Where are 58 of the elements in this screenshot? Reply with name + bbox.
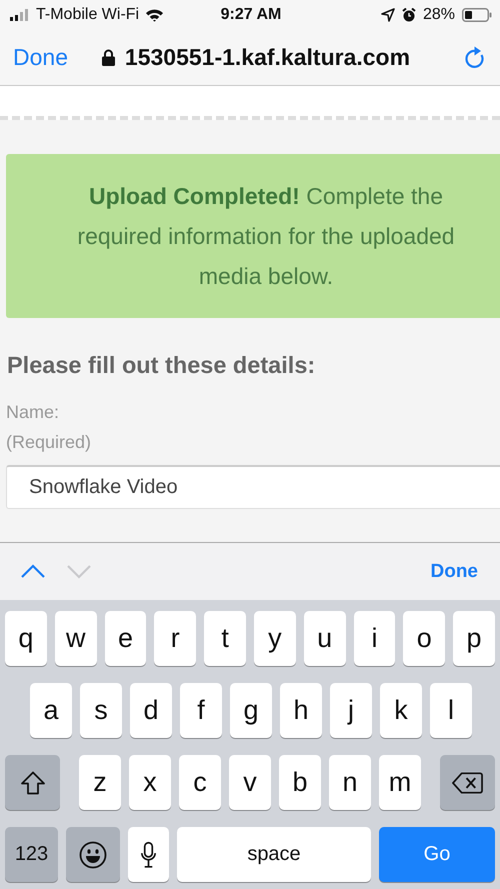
letter-key[interactable]: x bbox=[129, 755, 171, 810]
signal-icon bbox=[10, 9, 30, 21]
letter-key[interactable]: k bbox=[380, 683, 422, 738]
letter-key[interactable]: c bbox=[179, 755, 221, 810]
letter-key[interactable]: i bbox=[354, 611, 396, 666]
letter-key[interactable]: j bbox=[330, 683, 372, 738]
letter-key[interactable]: r bbox=[154, 611, 196, 666]
smiley-icon bbox=[79, 840, 107, 868]
keyboard-done-button[interactable]: Done bbox=[430, 560, 478, 582]
required-note: (Required) bbox=[6, 431, 92, 454]
letter-key[interactable]: u bbox=[304, 611, 346, 666]
location-arrow-icon bbox=[380, 8, 395, 22]
clock-time: 9:27 AM bbox=[220, 6, 282, 24]
name-label: Name: bbox=[6, 401, 60, 424]
reload-icon[interactable] bbox=[464, 46, 486, 70]
numbers-key[interactable]: 123 bbox=[5, 827, 58, 882]
letter-key[interactable]: m bbox=[379, 755, 421, 810]
shift-icon bbox=[20, 770, 46, 794]
letter-key[interactable]: e bbox=[104, 611, 146, 666]
delete-icon bbox=[452, 772, 483, 794]
battery-icon bbox=[462, 8, 492, 22]
letter-key[interactable]: q bbox=[5, 611, 47, 666]
letter-key[interactable]: w bbox=[54, 611, 97, 666]
letter-key[interactable]: g bbox=[230, 683, 272, 738]
shift-key[interactable] bbox=[5, 755, 60, 810]
done-button[interactable]: Done bbox=[13, 44, 68, 71]
upload-success-message: Upload Completed! Complete the required information for the uploaded media below. bbox=[6, 154, 500, 318]
mic-key[interactable] bbox=[128, 827, 169, 882]
letter-key[interactable]: l bbox=[430, 683, 472, 738]
url-address[interactable]: 1530551-1.kaf.kaltura.com bbox=[124, 44, 410, 71]
letter-key[interactable]: o bbox=[403, 611, 446, 666]
letter-key[interactable]: a bbox=[30, 683, 72, 738]
letter-key[interactable]: p bbox=[453, 611, 495, 666]
alarm-clock-icon bbox=[402, 8, 416, 22]
letter-key[interactable]: n bbox=[329, 755, 371, 810]
letter-key[interactable]: v bbox=[229, 755, 271, 810]
letter-key[interactable]: f bbox=[180, 683, 222, 738]
letter-key[interactable]: d bbox=[130, 683, 172, 738]
form-heading: Please fill out these details: bbox=[7, 352, 316, 379]
battery-percentage: 28% bbox=[422, 6, 456, 24]
letter-key[interactable]: h bbox=[280, 683, 322, 738]
letter-key[interactable]: s bbox=[80, 683, 122, 738]
microphone-icon bbox=[140, 840, 157, 868]
delete-key[interactable] bbox=[440, 755, 495, 810]
letter-key[interactable]: t bbox=[204, 611, 246, 666]
chevron-down-icon bbox=[66, 563, 92, 580]
lock-icon bbox=[102, 49, 115, 66]
carrier-name: T-Mobile Wi-Fi bbox=[36, 6, 140, 24]
emoji-key[interactable] bbox=[66, 827, 120, 882]
name-input-field[interactable]: Snowflake Video bbox=[6, 465, 500, 509]
previous-field-button[interactable] bbox=[20, 563, 46, 580]
letter-key[interactable]: y bbox=[254, 611, 296, 666]
go-key[interactable]: Go bbox=[379, 827, 495, 882]
wifi-icon bbox=[145, 8, 164, 22]
space-key[interactable]: space bbox=[177, 827, 371, 882]
chevron-up-icon bbox=[20, 563, 46, 580]
letter-key[interactable]: z bbox=[79, 755, 121, 810]
letter-key[interactable]: b bbox=[279, 755, 321, 810]
